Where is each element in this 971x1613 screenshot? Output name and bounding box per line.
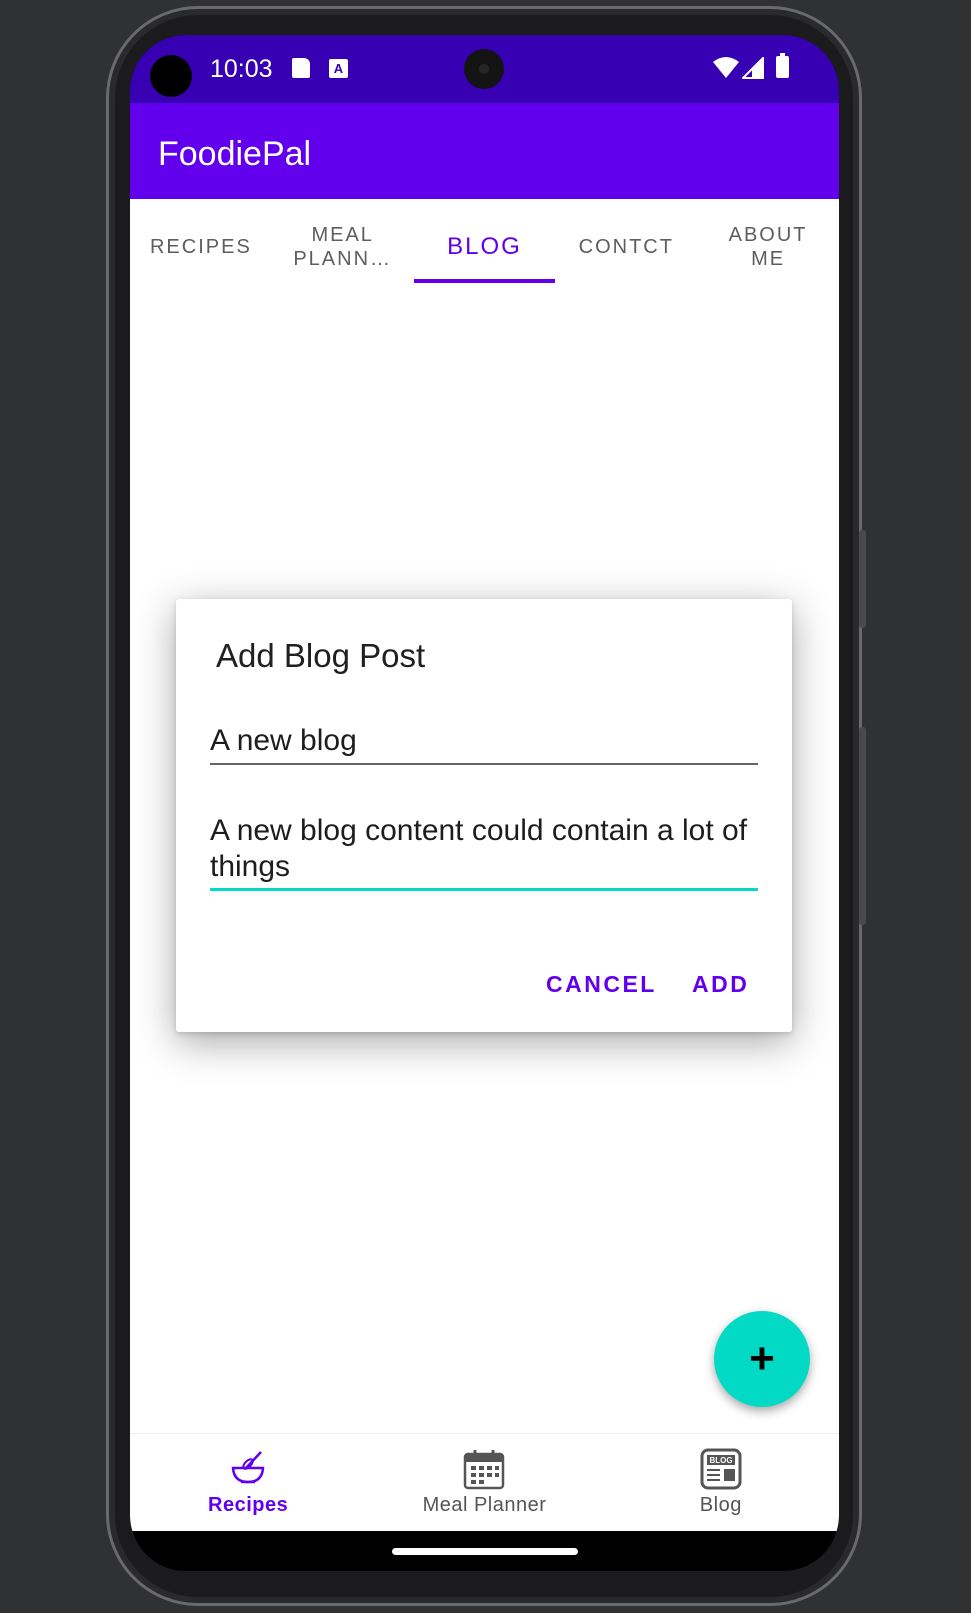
app-title: FoodiePal — [158, 135, 312, 173]
nav-label-blog: Blog — [699, 1494, 742, 1516]
accessibility-a-icon: A — [329, 59, 348, 78]
top-tabs: RECIPES MEAL PLANN… BLOG CONTCT ABOUT ME — [130, 199, 839, 295]
blog-title-input[interactable]: A new blog — [210, 723, 758, 765]
tab-about-me-label: ABOUT ME — [728, 224, 808, 270]
status-time: 10:03 — [210, 55, 273, 83]
add-button[interactable]: ADD — [692, 971, 749, 998]
add-blog-post-dialog: Add Blog Post A new blog A new blog cont… — [176, 599, 792, 1032]
blog-icon-text: BLOG — [709, 1456, 732, 1465]
nav-label-recipes: Recipes — [208, 1494, 289, 1516]
add-fab-button[interactable]: + — [714, 1311, 810, 1407]
blog-icon: BLOG — [700, 1448, 742, 1490]
sd-card-icon — [292, 58, 310, 78]
volume-button — [859, 727, 866, 925]
blog-content-input[interactable]: A new blog content could contain a lot o… — [210, 813, 758, 891]
tab-contact[interactable]: CONTCT — [555, 199, 697, 295]
front-sensor — [150, 55, 192, 97]
tab-meal-planner[interactable]: MEAL PLANN… — [272, 199, 414, 295]
bottom-navigation: Recipes Meal Planner BLOG Blog — [130, 1433, 839, 1532]
nav-item-recipes[interactable]: Recipes — [130, 1434, 366, 1532]
signal-icon — [742, 57, 764, 79]
battery-icon — [776, 53, 789, 78]
device-screen: 10:03 A FoodiePal RECIPES MEAL PLANN… BL… — [130, 35, 839, 1571]
cancel-button[interactable]: CANCEL — [546, 971, 657, 998]
status-bar: 10:03 A — [130, 35, 839, 103]
whisk-bowl-icon — [231, 1451, 265, 1484]
nav-label-meal-planner: Meal Planner — [422, 1494, 547, 1516]
nav-item-blog[interactable]: BLOG Blog — [603, 1434, 839, 1532]
calendar-icon — [464, 1450, 505, 1490]
dialog-title: Add Blog Post — [216, 637, 426, 674]
nav-item-meal-planner[interactable]: Meal Planner — [366, 1434, 602, 1532]
app-bar: FoodiePal — [130, 103, 839, 199]
camera-cutout — [464, 49, 504, 89]
tab-meal-planner-label: MEAL PLANN… — [293, 224, 393, 270]
wifi-icon — [713, 57, 739, 78]
home-gesture-bar[interactable] — [392, 1548, 578, 1555]
side-button — [859, 530, 866, 628]
plus-icon: + — [749, 1334, 775, 1383]
tab-recipes[interactable]: RECIPES — [130, 199, 272, 295]
tab-blog[interactable]: BLOG — [413, 199, 556, 295]
tab-about-me[interactable]: ABOUT ME — [697, 199, 839, 295]
